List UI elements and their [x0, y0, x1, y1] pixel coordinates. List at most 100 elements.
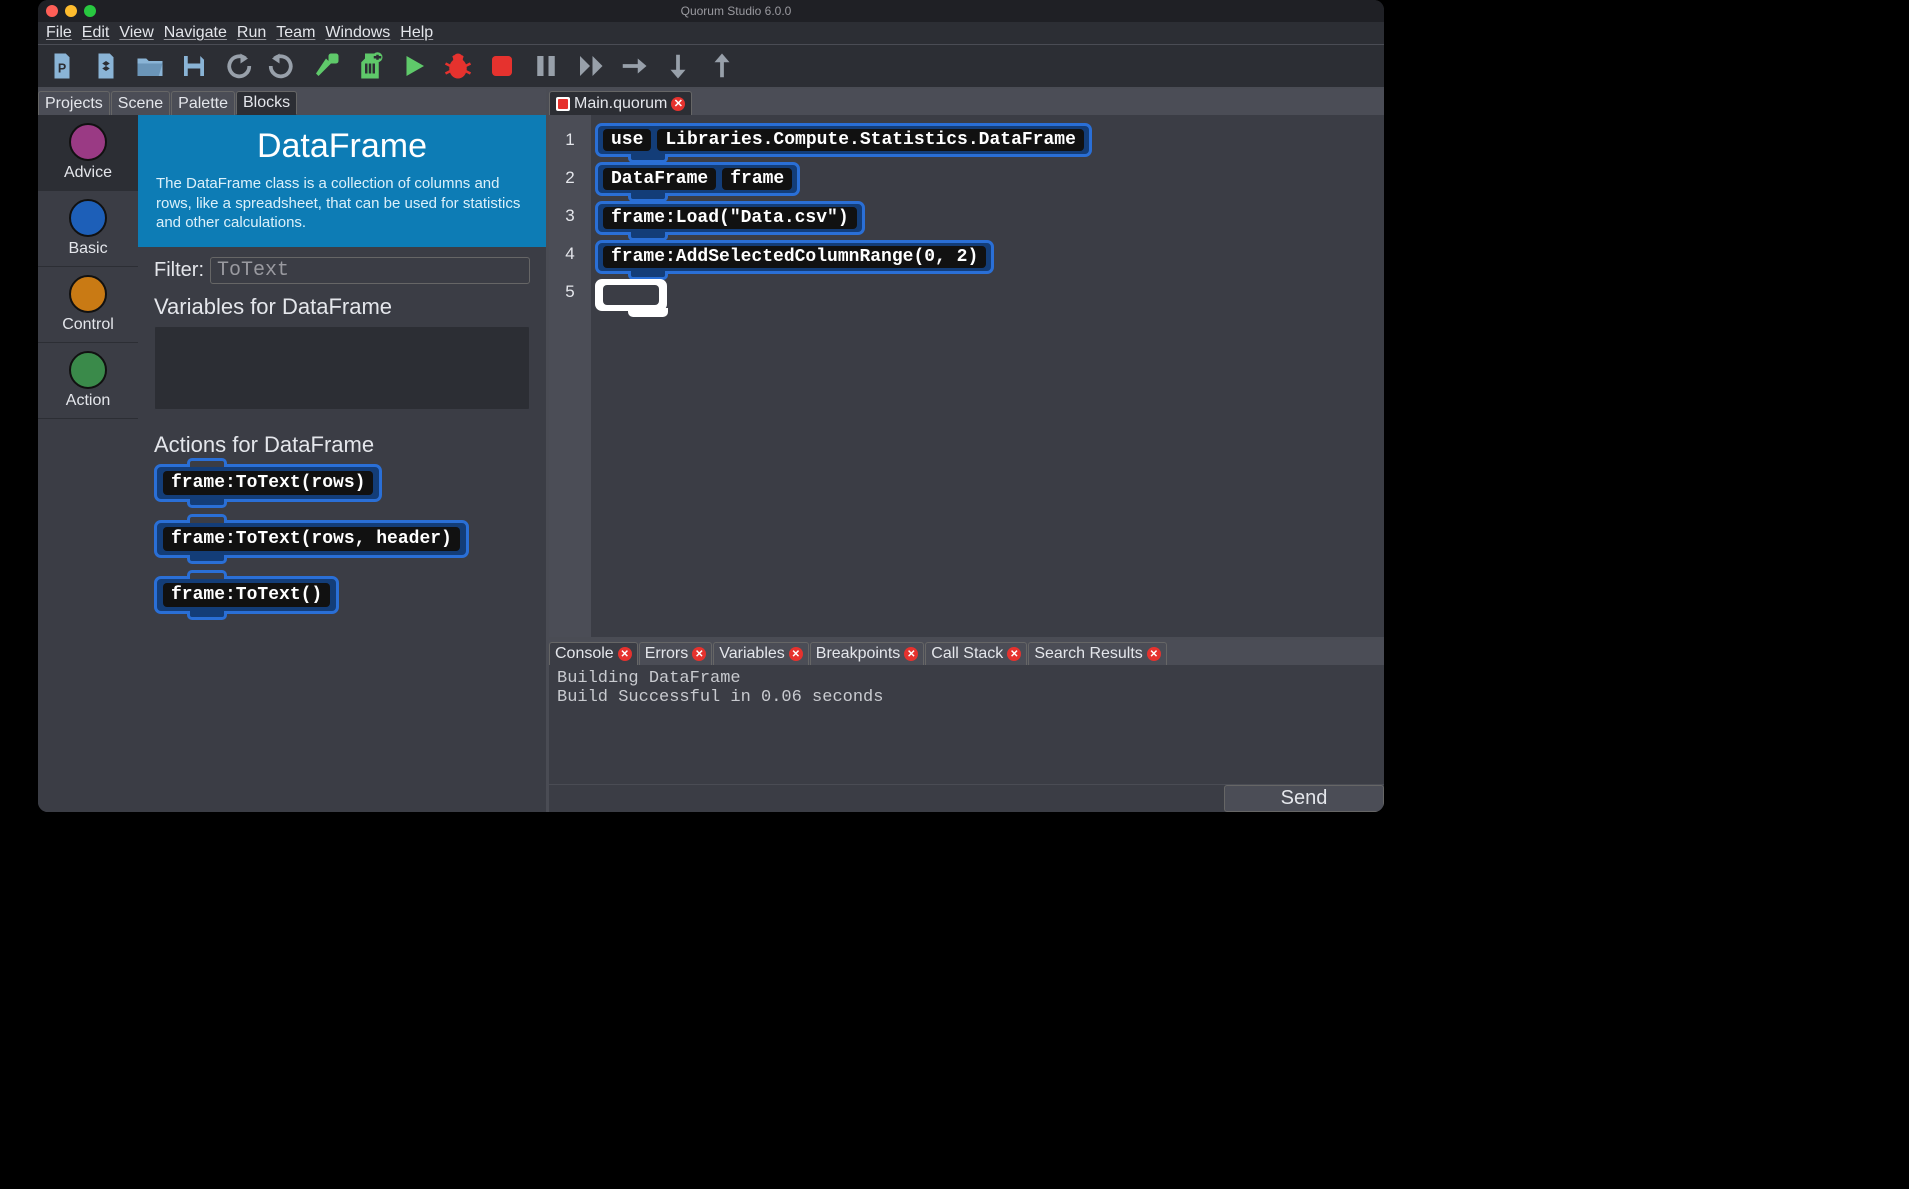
send-bar: Send	[549, 784, 1384, 812]
close-tab-icon[interactable]: ✕	[904, 647, 918, 661]
code-segment: use	[603, 129, 651, 151]
close-window-icon[interactable]	[46, 5, 58, 17]
step-out-icon[interactable]	[706, 50, 738, 82]
code-block-cursor[interactable]	[595, 279, 667, 311]
redo-icon[interactable]	[266, 50, 298, 82]
tab-variables[interactable]: Variables✕	[713, 642, 809, 665]
action-block-text: frame:ToText()	[163, 583, 330, 607]
code-block-call[interactable]: frame:Load("Data.csv")	[595, 201, 865, 235]
close-tab-icon[interactable]: ✕	[692, 647, 706, 661]
console-output: Building DataFrame Build Successful in 0…	[549, 665, 1384, 784]
basic-circle-icon	[69, 199, 107, 237]
menu-edit[interactable]: Edit	[78, 23, 114, 43]
menu-file[interactable]: File	[42, 23, 76, 43]
control-circle-icon	[69, 275, 107, 313]
tab-projects[interactable]: Projects	[38, 91, 110, 115]
action-block[interactable]: frame:ToText(rows)	[154, 464, 382, 502]
tab-breakpoints[interactable]: Breakpoints✕	[810, 642, 925, 665]
category-label: Advice	[64, 164, 112, 182]
menu-navigate[interactable]: Navigate	[160, 23, 231, 43]
open-icon[interactable]	[134, 50, 166, 82]
line-number: 5	[549, 273, 591, 311]
code-area[interactable]: use Libraries.Compute.Statistics.DataFra…	[591, 115, 1384, 637]
line-number: 3	[549, 197, 591, 235]
menu-help[interactable]: Help	[396, 23, 437, 43]
dataframe-header: DataFrame The DataFrame class is a colle…	[138, 115, 546, 247]
category-action[interactable]: Action	[38, 343, 138, 419]
dataframe-description: The DataFrame class is a collection of c…	[156, 174, 528, 233]
category-label: Basic	[68, 240, 107, 258]
tab-blocks[interactable]: Blocks	[236, 91, 297, 115]
right-pane: Main.quorum ✕ 1 2 3 4 5 use Libraries.Co…	[549, 89, 1384, 812]
tab-label: Call Stack	[931, 645, 1003, 663]
tab-label: Console	[555, 645, 614, 663]
close-tab-icon[interactable]: ✕	[1007, 647, 1021, 661]
new-file-icon[interactable]	[90, 50, 122, 82]
menu-view[interactable]: View	[115, 23, 157, 43]
menu-windows[interactable]: Windows	[321, 23, 394, 43]
close-tab-icon[interactable]: ✕	[618, 647, 632, 661]
detail-column: DataFrame The DataFrame class is a colle…	[138, 115, 546, 812]
editor-tab-label: Main.quorum	[574, 95, 667, 113]
step-over-icon[interactable]	[618, 50, 650, 82]
close-tab-icon[interactable]: ✕	[1147, 647, 1161, 661]
svg-text:P: P	[58, 61, 66, 75]
code-block-decl[interactable]: DataFrame frame	[595, 162, 800, 196]
step-icon[interactable]	[574, 50, 606, 82]
bottom-pane: Console✕ Errors✕ Variables✕ Breakpoints✕…	[549, 637, 1384, 812]
step-into-icon[interactable]	[662, 50, 694, 82]
tab-label: Errors	[645, 645, 689, 663]
code-block-call[interactable]: frame:AddSelectedColumnRange(0, 2)	[595, 240, 994, 274]
menu-team[interactable]: Team	[272, 23, 319, 43]
send-button[interactable]: Send	[1224, 785, 1384, 812]
maximize-window-icon[interactable]	[84, 5, 96, 17]
line-gutter: 1 2 3 4 5	[549, 115, 591, 637]
pause-icon[interactable]	[530, 50, 562, 82]
tab-search-results[interactable]: Search Results✕	[1028, 642, 1167, 665]
window-controls	[46, 5, 96, 17]
empty-segment	[603, 285, 659, 305]
menubar: File Edit View Navigate Run Team Windows…	[38, 22, 1384, 45]
tab-scene[interactable]: Scene	[111, 91, 170, 115]
close-tab-icon[interactable]: ✕	[671, 97, 685, 111]
debug-icon[interactable]	[442, 50, 474, 82]
window-title: Quorum Studio 6.0.0	[96, 4, 1376, 18]
app-window: Quorum Studio 6.0.0 File Edit View Navig…	[38, 0, 1384, 812]
tab-errors[interactable]: Errors✕	[639, 642, 713, 665]
build-icon[interactable]	[310, 50, 342, 82]
code-block-use[interactable]: use Libraries.Compute.Statistics.DataFra…	[595, 123, 1092, 157]
save-icon[interactable]	[178, 50, 210, 82]
category-basic[interactable]: Basic	[38, 191, 138, 267]
category-control[interactable]: Control	[38, 267, 138, 343]
editor-tabbar: Main.quorum ✕	[549, 89, 1384, 115]
content: Projects Scene Palette Blocks Advice Bas…	[38, 89, 1384, 812]
new-project-icon[interactable]: P	[46, 50, 78, 82]
category-label: Control	[62, 316, 114, 334]
actions-heading: Actions for DataFrame	[154, 432, 530, 458]
filter-input[interactable]	[210, 257, 530, 284]
code-segment: DataFrame	[603, 168, 716, 190]
action-block[interactable]: frame:ToText()	[154, 576, 339, 614]
clean-build-icon[interactable]	[354, 50, 386, 82]
bottom-tabbar: Console✕ Errors✕ Variables✕ Breakpoints✕…	[549, 640, 1384, 665]
close-tab-icon[interactable]: ✕	[789, 647, 803, 661]
tab-console[interactable]: Console ✕	[549, 642, 638, 665]
category-advice[interactable]: Advice	[38, 115, 138, 191]
undo-icon[interactable]	[222, 50, 254, 82]
code-editor[interactable]: 1 2 3 4 5 use Libraries.Compute.Statisti…	[549, 115, 1384, 637]
stop-icon[interactable]	[486, 50, 518, 82]
code-segment: Libraries.Compute.Statistics.DataFrame	[657, 129, 1083, 151]
tab-palette[interactable]: Palette	[171, 91, 235, 115]
dataframe-title: DataFrame	[156, 127, 528, 166]
tab-call-stack[interactable]: Call Stack ✕	[925, 642, 1027, 665]
menu-run[interactable]: Run	[233, 23, 270, 43]
run-icon[interactable]	[398, 50, 430, 82]
action-block-text: frame:ToText(rows)	[163, 471, 373, 495]
editor-tab-main[interactable]: Main.quorum ✕	[549, 91, 692, 115]
category-label: Action	[66, 392, 110, 410]
line-number: 2	[549, 159, 591, 197]
left-tabbar: Projects Scene Palette Blocks	[38, 89, 546, 115]
minimize-window-icon[interactable]	[65, 5, 77, 17]
action-block[interactable]: frame:ToText(rows, header)	[154, 520, 469, 558]
code-segment: frame	[722, 168, 792, 190]
